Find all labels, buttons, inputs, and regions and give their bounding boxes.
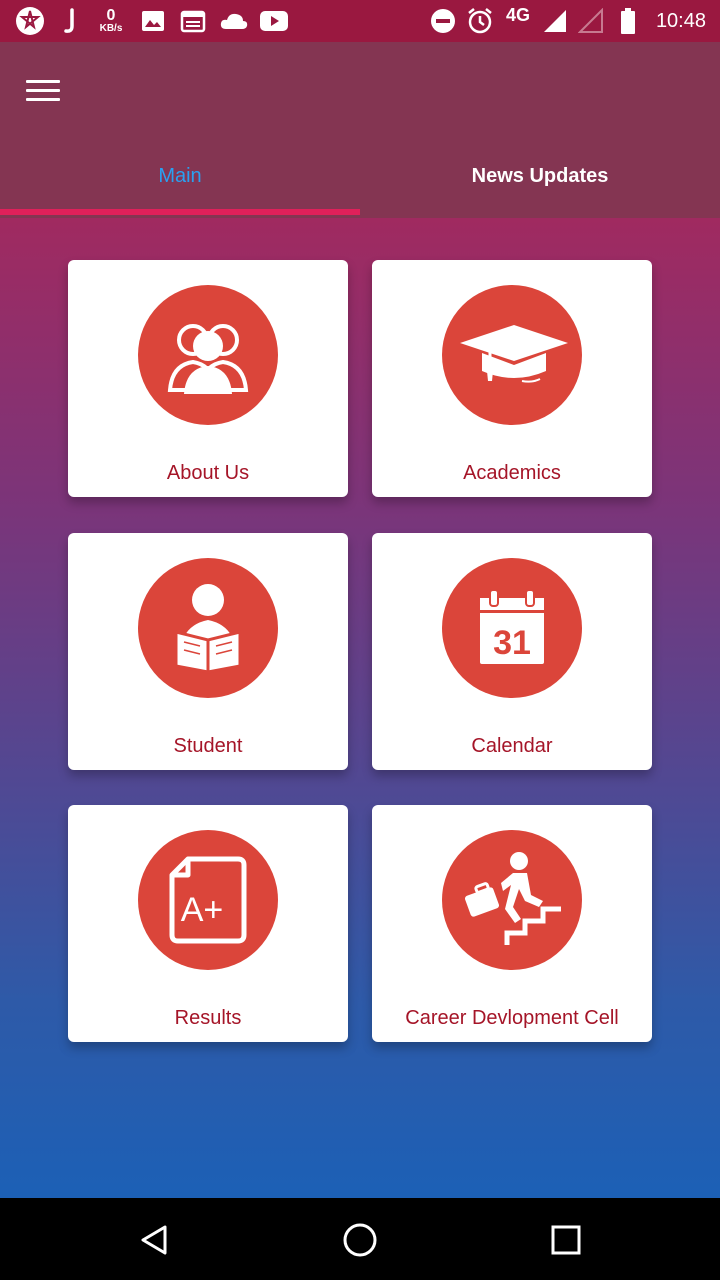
tile-about-us[interactable]: About Us	[68, 260, 348, 497]
home-icon[interactable]	[338, 1218, 382, 1262]
calendar-icon	[180, 0, 206, 42]
tile-career-devlopment-cell-label: Career Devlopment Cell	[405, 1007, 619, 1029]
data-rate-value: 0	[106, 7, 116, 24]
signal-empty-icon	[578, 0, 604, 42]
career-stairs-icon	[442, 830, 582, 970]
app-bar: Main News Updates	[0, 42, 720, 218]
j-icon	[62, 0, 78, 42]
people-group-icon	[138, 285, 278, 425]
tile-academics-label: Academics	[463, 462, 561, 484]
back-icon[interactable]	[132, 1218, 176, 1262]
tile-academics[interactable]: Academics	[372, 260, 652, 497]
tab-news-updates[interactable]: News Updates	[360, 142, 720, 218]
clock: 10:48	[655, 9, 706, 32]
battery-icon	[620, 0, 636, 42]
calendar-31-icon: 31	[442, 558, 582, 698]
data-rate-unit: KB/s	[99, 23, 123, 34]
tile-about-us-label: About Us	[166, 462, 250, 484]
tile-calendar-label: Calendar	[471, 735, 553, 757]
cloud-icon	[219, 0, 249, 42]
youtube-icon	[259, 0, 289, 42]
system-nav-bar	[0, 1198, 720, 1280]
graduation-cap-icon	[442, 285, 582, 425]
tile-student-label: Student	[173, 735, 243, 757]
network-type: 4G	[506, 4, 531, 25]
student-reading-icon	[138, 558, 278, 698]
image-icon	[141, 0, 165, 42]
tile-results[interactable]: A+ Results	[68, 805, 348, 1042]
tile-student[interactable]: Student	[68, 533, 348, 770]
tab-main-label: Main	[158, 165, 202, 187]
grade-a-plus-icon: A+	[138, 830, 278, 970]
do-not-disturb-icon	[430, 0, 456, 42]
tile-calendar[interactable]: 31 Calendar	[372, 533, 652, 770]
data-rate: 0 KB/s	[96, 0, 126, 42]
calendar-icon-number: 31	[493, 624, 531, 662]
signal-icon	[542, 0, 568, 42]
tab-news-updates-label: News Updates	[471, 165, 609, 187]
tile-results-label: Results	[174, 1007, 242, 1029]
main-content: About Us Academics Student 31 Calendar A…	[0, 218, 720, 1198]
status-bar: 0 KB/s 4G 10:48	[0, 0, 720, 42]
tile-career-devlopment-cell[interactable]: Career Devlopment Cell	[372, 805, 652, 1042]
tab-bar: Main News Updates	[0, 142, 720, 218]
app-badge-icon	[14, 0, 46, 42]
results-icon-grade: A+	[181, 891, 224, 929]
recents-icon[interactable]	[544, 1218, 588, 1262]
tab-main[interactable]: Main	[0, 142, 360, 218]
alarm-icon	[466, 0, 494, 42]
hamburger-menu-icon[interactable]	[26, 72, 68, 108]
